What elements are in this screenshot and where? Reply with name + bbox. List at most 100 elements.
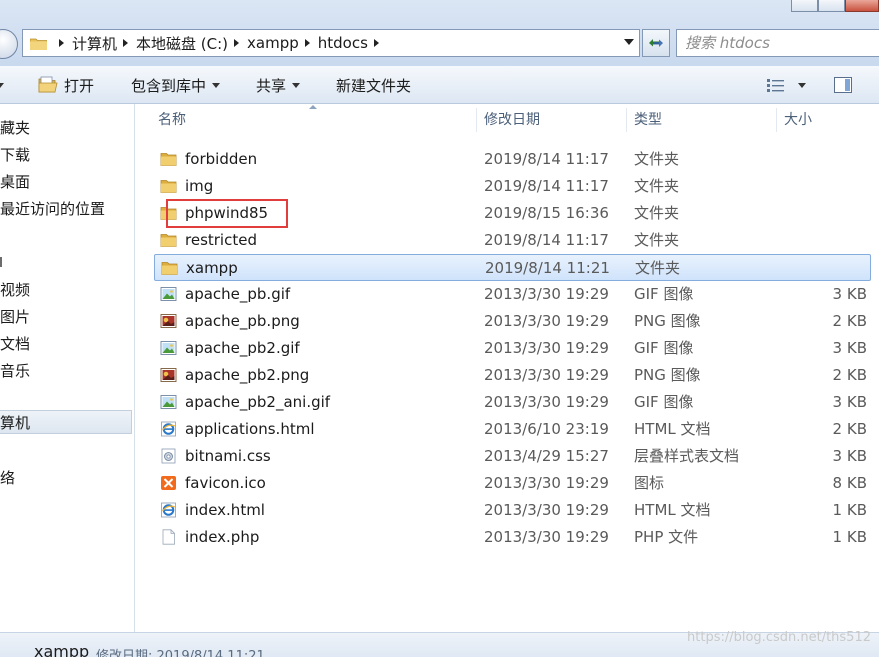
file-row[interactable]: index.html 2013/3/30 19:29 HTML 文档 1 KB	[154, 497, 871, 524]
nav-item-music[interactable]: 音乐	[0, 358, 133, 382]
nav-item-favorites[interactable]: 藏夹	[0, 115, 133, 139]
nav-item-label: 图片	[0, 307, 31, 326]
file-name: forbidden	[185, 150, 258, 168]
open-label: 打开	[64, 76, 95, 95]
file-size: 2 KB	[832, 312, 867, 330]
nav-item-videos[interactable]: 视频	[0, 277, 133, 301]
nav-item-pictures[interactable]: 图片	[0, 304, 133, 328]
file-name: favicon.ico	[185, 474, 266, 492]
file-row[interactable]: apache_pb.gif 2013/3/30 19:29 GIF 图像 3 KB	[154, 281, 871, 308]
file-row[interactable]: apache_pb.png 2013/3/30 19:29 PNG 图像 2 KB	[154, 308, 871, 335]
ie-html-icon	[160, 421, 177, 437]
navigation-pane: 藏夹 下载 桌面 最近访问的位置 视频 图片 文档 音乐 算机 络	[0, 104, 135, 632]
nav-item-label: 络	[0, 468, 16, 487]
search-box[interactable]	[676, 29, 879, 57]
file-name: apache_pb2.png	[185, 366, 310, 384]
nav-item-libraries[interactable]	[0, 250, 133, 274]
crumb-arrow-icon[interactable]	[234, 39, 240, 47]
file-date-modified: 2013/3/30 19:29	[484, 339, 609, 357]
file-date-modified: 2013/3/30 19:29	[484, 393, 609, 411]
crumb-arrow-icon[interactable]	[59, 39, 64, 47]
file-date-modified: 2013/3/30 19:29	[484, 366, 609, 384]
library-glyph-icon	[0, 257, 2, 267]
column-header: 名称 修改日期 类型 大小	[136, 104, 879, 136]
file-type: HTML 文档	[634, 420, 711, 438]
address-bar[interactable]: 计算机 本地磁盘 (C:) xampp htdocs	[22, 29, 640, 57]
preview-pane-button[interactable]	[834, 74, 852, 96]
share-button[interactable]: 共享	[256, 74, 301, 96]
file-date-modified: 2013/6/10 23:19	[484, 420, 609, 438]
caret-down-icon	[292, 82, 301, 88]
column-type[interactable]: 类型	[626, 104, 776, 136]
new-folder-label: 新建文件夹	[336, 76, 412, 95]
close-button[interactable]	[844, 0, 879, 12]
nav-item-desktop[interactable]: 桌面	[0, 169, 133, 193]
file-row[interactable]: applications.html 2013/6/10 23:19 HTML 文档 2…	[154, 416, 871, 443]
file-row[interactable]: xampp 2019/8/14 11:21 文件夹	[154, 254, 871, 281]
minimize-button[interactable]	[791, 0, 818, 12]
file-row[interactable]: bitnami.css 2013/4/29 15:27 层叠样式表文档 3 KB	[154, 443, 871, 470]
nav-item-network[interactable]: 络	[0, 465, 133, 489]
title-strip: 计算机 本地磁盘 (C:) xampp htdocs	[0, 0, 879, 66]
file-type: 文件夹	[635, 259, 681, 277]
file-date-modified: 2013/4/29 15:27	[484, 447, 609, 465]
address-dropdown-icon[interactable]	[624, 39, 634, 45]
nav-item-label: 音乐	[0, 361, 31, 380]
column-size[interactable]: 大小	[776, 104, 879, 136]
file-date-modified: 2013/3/30 19:29	[484, 474, 609, 492]
nav-item-downloads[interactable]: 下载	[0, 142, 133, 166]
file-type: HTML 文档	[634, 501, 711, 519]
new-folder-button[interactable]: 新建文件夹	[336, 74, 411, 96]
breadcrumb-item[interactable]: xampp	[247, 34, 299, 52]
search-input[interactable]	[685, 34, 875, 52]
file-row[interactable]: img 2019/8/14 11:17 文件夹	[154, 173, 871, 200]
file-row[interactable]: restricted 2019/8/14 11:17 文件夹	[154, 227, 871, 254]
details-item-name: xampp	[34, 642, 90, 657]
nav-item-computer[interactable]: 算机	[0, 410, 132, 434]
file-type: 文件夹	[634, 231, 680, 249]
back-button[interactable]	[0, 29, 18, 59]
crumb-arrow-icon[interactable]	[123, 39, 129, 47]
maximize-button[interactable]	[817, 0, 845, 12]
file-row[interactable]: apache_pb2.gif 2013/3/30 19:29 GIF 图像 3 KB	[154, 335, 871, 362]
nav-item-documents[interactable]: 文档	[0, 331, 133, 355]
file-name: restricted	[185, 231, 257, 249]
file-name: applications.html	[185, 420, 315, 438]
css-file-icon	[160, 448, 177, 464]
organize-caret-button[interactable]	[0, 74, 4, 96]
column-name[interactable]: 名称	[150, 104, 476, 136]
file-row[interactable]: apache_pb2_ani.gif 2013/3/30 19:29 GIF 图像 3…	[154, 389, 871, 416]
column-date-modified[interactable]: 修改日期	[476, 104, 626, 136]
file-date-modified: 2013/3/30 19:29	[484, 285, 609, 303]
file-row[interactable]: phpwind85 2019/8/15 16:36 文件夹	[154, 200, 871, 227]
refresh-button[interactable]	[642, 29, 670, 57]
file-row[interactable]: index.php 2013/3/30 19:29 PHP 文件 1 KB	[154, 524, 871, 551]
refresh-arrows-icon	[649, 39, 663, 47]
nav-item-recent-places[interactable]: 最近访问的位置	[0, 196, 133, 220]
file-row[interactable]: apache_pb2.png 2013/3/30 19:29 PNG 图像 2 KB	[154, 362, 871, 389]
include-in-library-button[interactable]: 包含到库中	[131, 74, 221, 96]
breadcrumb-item[interactable]: htdocs	[318, 34, 368, 52]
file-row[interactable]: favicon.ico 2013/3/30 19:29 图标 8 KB	[154, 470, 871, 497]
file-date-modified: 2019/8/14 11:17	[484, 177, 609, 195]
view-options-button[interactable]	[766, 74, 806, 96]
preview-pane-icon	[834, 77, 852, 93]
breadcrumb-item[interactable]: 计算机	[72, 33, 117, 54]
breadcrumb: 计算机 本地磁盘 (C:) xampp htdocs	[53, 33, 387, 54]
caret-down-icon	[798, 82, 806, 88]
png-image-icon	[160, 367, 177, 383]
file-size: 2 KB	[832, 366, 867, 384]
breadcrumb-item[interactable]: 本地磁盘 (C:)	[136, 33, 228, 54]
gif-image-icon	[160, 286, 177, 302]
file-type: PHP 文件	[634, 528, 699, 546]
crumb-arrow-icon[interactable]	[304, 39, 310, 47]
open-button[interactable]: 打开	[38, 74, 94, 96]
file-row[interactable]: forbidden 2019/8/14 11:17 文件夹	[154, 146, 871, 173]
file-date-modified: 2019/8/14 11:17	[484, 231, 609, 249]
nav-item-label: 算机	[0, 413, 31, 432]
folder-icon	[160, 232, 177, 248]
crumb-arrow-icon[interactable]	[373, 39, 379, 47]
file-size: 1 KB	[832, 501, 867, 519]
file-size: 1 KB	[832, 528, 867, 546]
file-date-modified: 2019/8/15 16:36	[484, 204, 609, 222]
